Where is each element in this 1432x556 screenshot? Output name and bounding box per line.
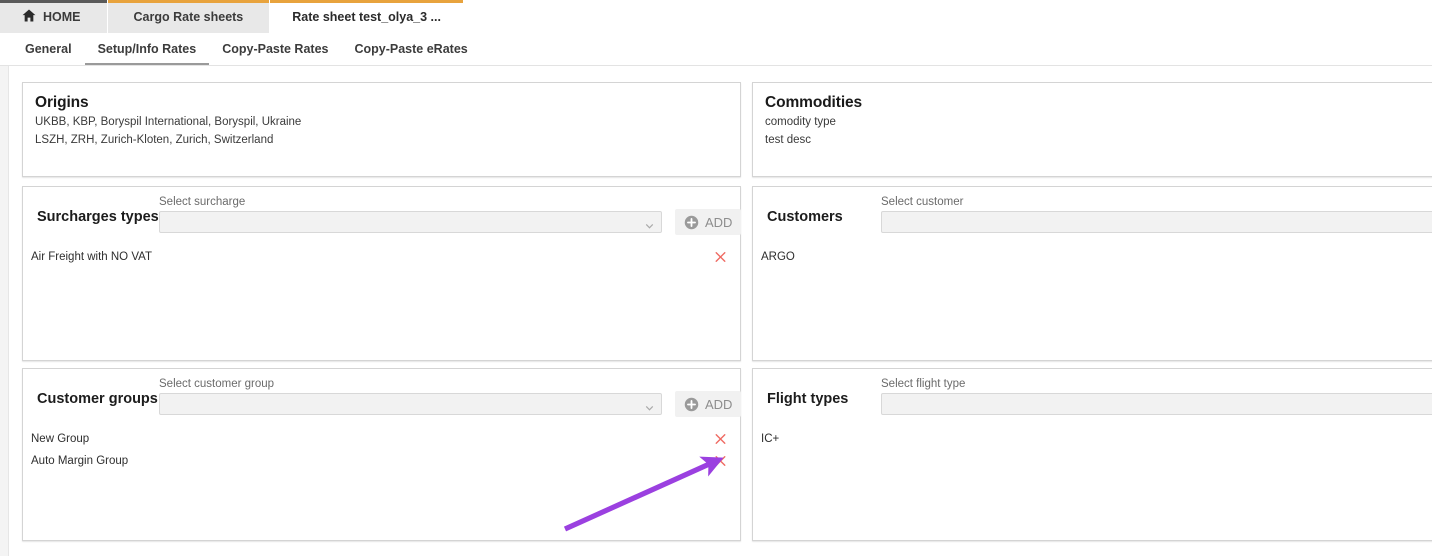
flight-types-field-wrap: Select flight type [881, 377, 1432, 415]
tab-general-label: General [25, 42, 72, 56]
commodities-line: comodity type [765, 114, 1432, 130]
sub-tab-bar: General Setup/Info Rates Copy-Paste Rate… [0, 33, 1432, 65]
tab-general[interactable]: General [12, 33, 85, 65]
close-x-icon[interactable] [714, 433, 727, 446]
tab-cargo-rate-sheets[interactable]: Cargo Rate sheets [108, 0, 271, 33]
select-flight-type-dropdown[interactable] [881, 393, 1432, 415]
list-item-label: IC+ [761, 433, 779, 445]
panel-customers: Customers Select customer [752, 186, 1432, 361]
plus-circle-icon [684, 215, 699, 230]
flight-types-field-caption: Select flight type [881, 377, 1432, 391]
panel-origins: Origins UKBB, KBP, Boryspil Internationa… [22, 82, 741, 177]
flight-types-item-list: IC+ [753, 428, 1432, 450]
surcharges-field-wrap: Select surcharge [159, 195, 662, 233]
select-customer-group-dropdown[interactable] [159, 393, 662, 415]
select-customer-dropdown[interactable] [881, 211, 1432, 233]
home-icon [22, 9, 36, 22]
chevron-down-icon [645, 218, 654, 227]
list-item[interactable]: Auto Margin Group [23, 450, 740, 472]
surcharges-form-header: Surcharges types Select surcharge [23, 187, 740, 245]
flight-types-label: Flight types [767, 391, 848, 407]
flight-types-form-header: Flight types Select flight type [753, 369, 1432, 427]
customers-field-caption: Select customer [881, 195, 1432, 209]
list-item-label: New Group [31, 433, 89, 445]
commodities-line: test desc [765, 132, 1432, 148]
list-item-label: ARGO [761, 251, 795, 263]
add-customer-group-label: ADD [705, 397, 732, 412]
plus-circle-icon [684, 397, 699, 412]
customers-item-list: ARGO [753, 246, 1432, 268]
tab-copy-paste-rates-label: Copy-Paste Rates [222, 42, 328, 56]
tab-rate-sheet-label: Rate sheet test_olya_3 ... [292, 10, 441, 24]
list-item[interactable]: New Group [23, 428, 740, 450]
tab-copy-paste-rates[interactable]: Copy-Paste Rates [209, 33, 341, 65]
tab-copy-paste-erates[interactable]: Copy-Paste eRates [341, 33, 480, 65]
panel-commodities: Commodities comodity type test desc [752, 82, 1432, 177]
chevron-down-icon [645, 400, 654, 409]
customer-groups-field-wrap: Select customer group [159, 377, 662, 415]
customers-field-wrap: Select customer [881, 195, 1432, 233]
tab-copy-paste-erates-label: Copy-Paste eRates [354, 42, 467, 56]
tab-cargo-rate-sheets-top-rule [108, 0, 270, 3]
browser-tab-strip: HOME Cargo Rate sheets Rate sheet test_o… [0, 0, 1432, 33]
surcharges-item-list: Air Freight with NO VAT [23, 246, 740, 268]
panel-surcharges-types: Surcharges types Select surcharge [22, 186, 741, 361]
customers-label: Customers [767, 209, 843, 225]
surcharges-label: Surcharges types [37, 209, 159, 225]
tab-home-label: HOME [43, 10, 81, 24]
tab-home-top-rule [0, 0, 107, 3]
origins-line: UKBB, KBP, Boryspil International, Borys… [35, 114, 740, 130]
customer-groups-label: Customer groups [37, 391, 158, 407]
add-surcharge-button[interactable]: ADD [675, 209, 741, 235]
customers-form-header: Customers Select customer [753, 187, 1432, 245]
tab-rate-sheet-top-rule [270, 0, 463, 3]
list-item[interactable]: Air Freight with NO VAT [23, 246, 740, 268]
add-customer-group-button[interactable]: ADD [675, 391, 741, 417]
close-x-icon[interactable] [714, 251, 727, 264]
panel-flight-types: Flight types Select flight type [752, 368, 1432, 541]
close-x-icon[interactable] [714, 455, 727, 468]
left-gutter [0, 66, 9, 556]
list-item-label: Air Freight with NO VAT [31, 251, 152, 263]
app-window: HOME Cargo Rate sheets Rate sheet test_o… [0, 0, 1432, 556]
tab-setup-info-rates[interactable]: Setup/Info Rates [85, 33, 210, 65]
list-item[interactable]: IC+ [753, 428, 1432, 450]
tab-home[interactable]: HOME [0, 0, 108, 33]
surcharges-field-caption: Select surcharge [159, 195, 662, 209]
list-item-label: Auto Margin Group [31, 455, 128, 467]
tab-rate-sheet-active[interactable]: Rate sheet test_olya_3 ... [270, 0, 464, 33]
origins-line: LSZH, ZRH, Zurich-Kloten, Zurich, Switze… [35, 132, 740, 148]
tab-cargo-rate-sheets-label: Cargo Rate sheets [134, 10, 244, 24]
customer-groups-field-caption: Select customer group [159, 377, 662, 391]
panel-customer-groups: Customer groups Select customer group [22, 368, 741, 541]
add-surcharge-label: ADD [705, 215, 732, 230]
main-content: Origins UKBB, KBP, Boryspil Internationa… [0, 65, 1432, 556]
customer-groups-form-header: Customer groups Select customer group [23, 369, 740, 427]
customer-groups-item-list: New Group Auto Margin Group [23, 428, 740, 472]
select-surcharge-dropdown[interactable] [159, 211, 662, 233]
origins-title: Origins [35, 94, 740, 112]
list-item[interactable]: ARGO [753, 246, 1432, 268]
commodities-title: Commodities [765, 94, 1432, 112]
tab-setup-info-rates-label: Setup/Info Rates [98, 42, 197, 56]
